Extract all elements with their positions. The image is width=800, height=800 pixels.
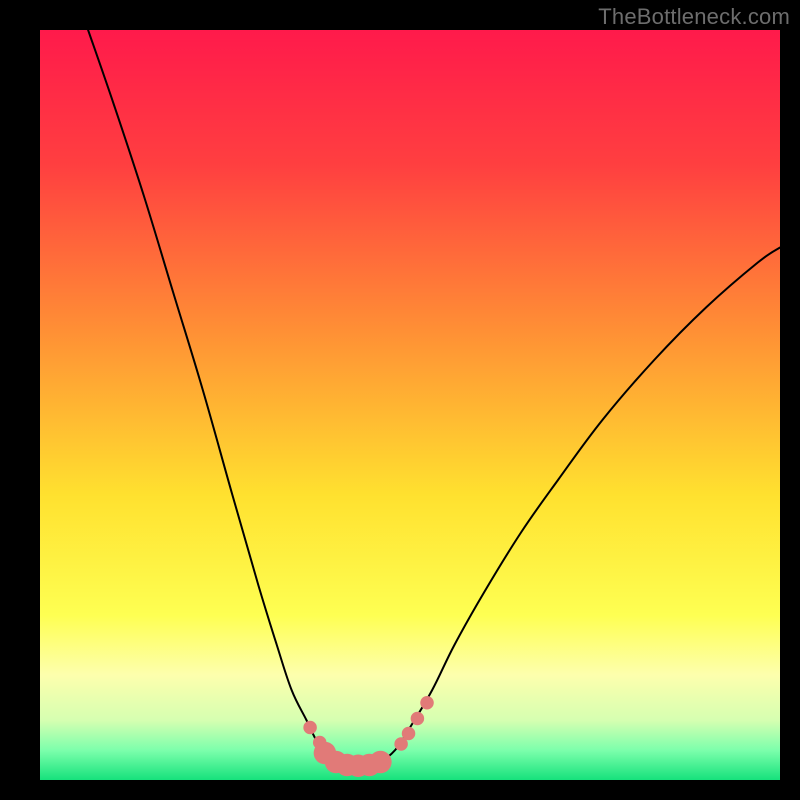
marker-dot (369, 751, 392, 774)
chart-frame: TheBottleneck.com (0, 0, 800, 800)
marker-dot (402, 727, 416, 741)
watermark-text: TheBottleneck.com (598, 4, 790, 30)
plot-area (40, 30, 780, 780)
marker-dot (411, 712, 425, 726)
marker-dot (420, 696, 434, 710)
marker-dot (303, 721, 317, 735)
bottleneck-chart (40, 30, 780, 780)
gradient-background (40, 30, 780, 780)
